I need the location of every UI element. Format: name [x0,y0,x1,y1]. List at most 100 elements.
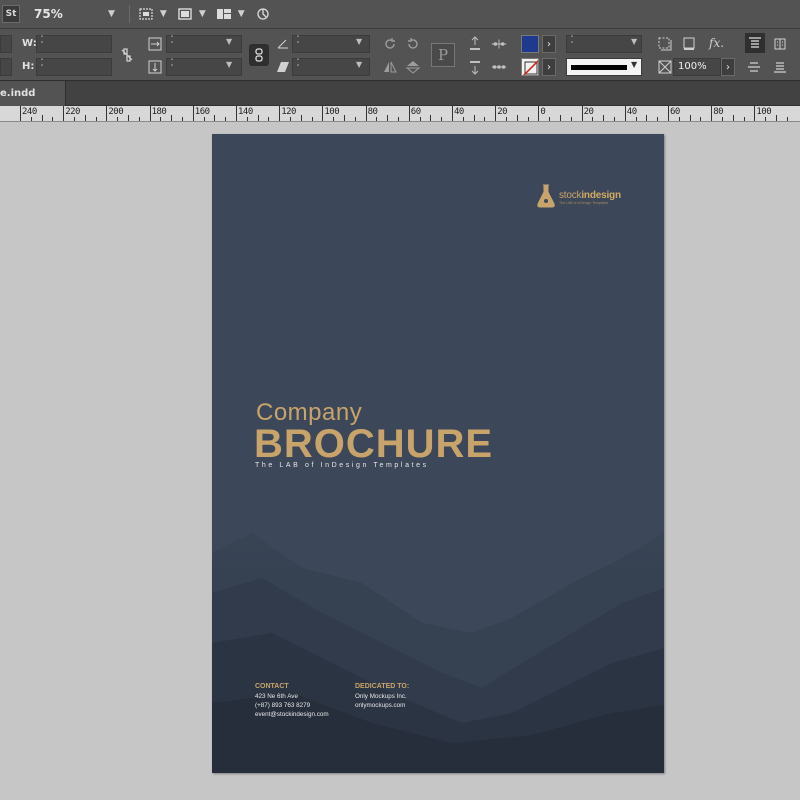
x-field[interactable] [0,35,12,53]
width-label: W: [22,38,37,49]
ruler-minor-tick [657,117,659,121]
ruler-label: 140 [238,107,253,117]
ruler-minor-tick [646,115,648,121]
ruler-minor-tick [84,115,86,121]
select-previous-icon[interactable] [466,58,484,76]
opacity-field[interactable]: 100% [673,58,721,76]
shear-icon[interactable] [274,58,292,76]
select-content-icon[interactable] [490,35,508,53]
screen-mode-chevron-down-icon[interactable]: ▼ [199,9,206,19]
ruler-minor-tick [776,115,777,121]
ruler-minor-tick [398,117,399,121]
y-field[interactable] [0,58,12,76]
document-page[interactable]: stockindesign The LAB of InDesign Templa… [212,134,664,773]
fill-menu-button[interactable]: › [542,35,556,53]
stroke-type-chevron-down-icon[interactable]: ▼ [631,60,637,69]
reference-point-icon[interactable]: P [431,43,455,67]
ruler-minor-tick [700,117,702,121]
horizontal-ruler[interactable]: 240 220 200 180 160 140 120 100 80 60 40 20 0 20 40 60 8… [0,106,800,122]
dedicated-block: DEDICATED TO: Only Mockups Inc. onlymock… [355,683,409,710]
scale-y-chevron-down-icon[interactable]: ▼ [226,60,232,69]
align-top-icon[interactable] [745,33,765,53]
ruler-minor-tick [290,117,291,121]
ruler-minor-tick [732,115,734,121]
ruler-label: 20 [583,107,594,117]
ruler-minor-tick [678,117,680,121]
ruler-minor-tick [614,117,615,121]
ruler-minor-tick [52,117,54,121]
text-wrap-icon[interactable] [680,35,698,53]
scale-y-icon[interactable] [146,58,164,76]
align-center-icon[interactable] [745,58,763,76]
ruler-label: 40 [454,107,464,117]
dedicated-heading: DEDICATED TO: [355,683,410,690]
frame-display-chevron-down-icon[interactable]: ▼ [160,9,167,19]
ruler-label: 80 [367,107,378,117]
ruler-major-tick [63,106,65,121]
ruler-minor-tick [214,115,216,121]
flip-vertical-icon[interactable] [404,58,422,76]
ruler-minor-tick [635,117,637,121]
arrange-documents-icon[interactable] [214,5,234,23]
flask-icon [536,184,556,212]
ruler-minor-tick [171,115,173,121]
ruler-minor-tick [74,117,75,121]
app-bar: St 75% ▼ ▼ ▼ ▼ [0,0,800,29]
stroke-weight-chevron-down-icon[interactable]: ▼ [631,37,637,46]
stroke-menu-button[interactable]: › [542,58,556,76]
zoom-chevron-down-icon[interactable]: ▼ [108,9,115,19]
ruler-major-tick [408,106,410,121]
ruler-minor-tick [160,117,162,121]
ruler-minor-tick [128,115,129,121]
constrain-scale-icon[interactable] [249,44,269,66]
ruler-label: 200 [108,107,124,117]
tab-document[interactable]: e.indd [0,81,66,106]
stroke-swatch-icon[interactable] [521,58,539,76]
ruler-minor-tick [419,117,421,121]
ruler-major-tick [20,106,21,121]
align-bottom-icon[interactable] [771,58,789,76]
zoom-level[interactable]: 75% [34,7,104,21]
rotate-chevron-down-icon[interactable]: ▼ [356,37,362,46]
ruler-label: 120 [281,107,296,117]
rotate-icon[interactable] [274,35,292,53]
effects-icon[interactable]: fx. [709,36,724,50]
flip-horizontal-icon[interactable] [381,58,399,76]
ruler-minor-tick [473,115,475,121]
fill-swatch-icon[interactable] [521,35,539,53]
ruler-minor-tick [344,115,345,121]
rotate-ccw-icon[interactable] [404,35,422,53]
ruler-minor-tick [430,115,432,121]
ruler-minor-tick [516,115,518,121]
align-columns-icon[interactable] [771,35,789,53]
shear-chevron-down-icon[interactable]: ▼ [356,60,362,69]
scale-x-chevron-down-icon[interactable]: ▼ [226,37,232,46]
frame-display-icon[interactable] [136,5,156,23]
control-panel: W: H: ˄ ˅ ˄ ˅ ˄ ˅ ˄ ˅ ▼ ▼ ˄ ˅ ˄ ˅ ▼ ▼ P … [0,29,800,81]
stock-logo[interactable]: St [2,5,20,23]
ruler-minor-tick [376,117,378,121]
rotate-cw-icon[interactable] [381,35,399,53]
distribute-icon[interactable] [490,58,508,76]
ruler-label: 240 [22,107,37,117]
scale-x-icon[interactable] [146,35,164,53]
arrange-chevron-down-icon[interactable]: ▼ [238,9,245,19]
ruler-label: 0 [540,107,546,117]
ruler-minor-tick [786,117,788,121]
screen-mode-icon[interactable] [175,5,195,23]
ruler-label: 60 [410,107,421,117]
publish-online-icon[interactable] [253,5,273,23]
ruler-major-tick [279,106,281,121]
brand-tagline: The LAB of InDesign Templates [559,200,609,205]
width-field[interactable]: ˄ ˅ [36,35,112,53]
stroke-type-preview [571,64,627,70]
ruler-minor-tick [95,117,97,121]
drop-shadow-icon[interactable] [656,35,674,53]
opacity-icon[interactable] [656,58,674,76]
select-container-icon[interactable] [466,35,484,53]
brand-logo: stockindesign The LAB of InDesign Templa… [536,184,621,212]
height-field[interactable]: ˄ ˅ [36,58,112,76]
constrain-proportions-icon[interactable] [118,46,136,64]
contact-heading: CONTACT [255,683,289,690]
opacity-menu-button[interactable]: › [721,58,735,76]
